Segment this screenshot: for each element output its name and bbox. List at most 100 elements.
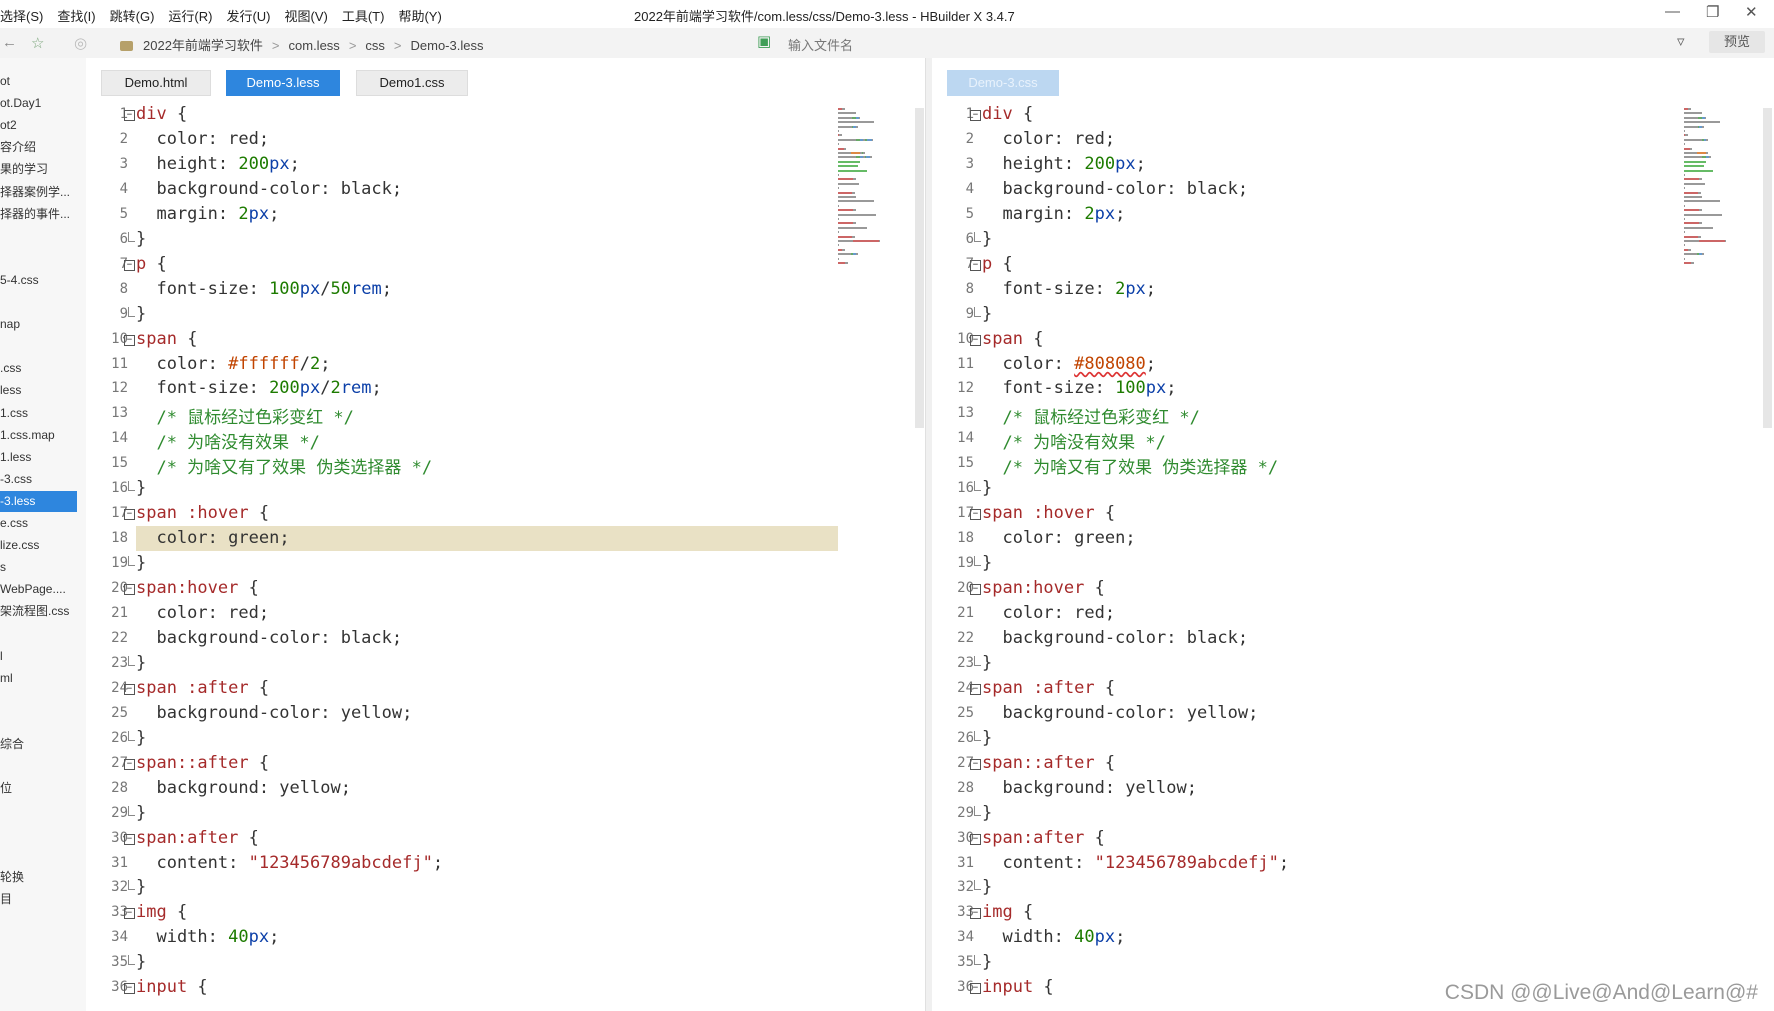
code-line[interactable]: span::after { xyxy=(136,753,269,773)
code-line[interactable]: content: "123456789abcdefj"; xyxy=(136,853,443,873)
code-line[interactable]: width: 40px; xyxy=(982,927,1125,947)
tree-item[interactable]: l xyxy=(0,646,77,667)
tree-item[interactable]: 容介绍 xyxy=(0,137,77,158)
breadcrumb-file[interactable]: Demo-3.less xyxy=(411,38,484,53)
tree-item[interactable] xyxy=(0,226,77,247)
code-line[interactable]: } xyxy=(982,229,992,249)
tree-item[interactable]: ot xyxy=(0,71,77,92)
fold-toggle-icon[interactable]: − xyxy=(124,584,135,596)
code-line[interactable]: p { xyxy=(136,254,167,274)
code-line[interactable]: span { xyxy=(136,329,197,349)
left-scrollbar[interactable] xyxy=(915,108,924,428)
minimize-icon[interactable]: — xyxy=(1665,3,1680,20)
code-line[interactable]: } xyxy=(982,653,992,673)
tree-item[interactable]: e.css xyxy=(0,513,77,534)
fold-toggle-icon[interactable]: − xyxy=(124,259,135,271)
code-line[interactable]: } xyxy=(982,478,992,498)
fold-toggle-icon[interactable]: − xyxy=(970,584,981,596)
code-line[interactable]: span :hover { xyxy=(982,503,1115,523)
code-line[interactable]: input { xyxy=(982,977,1054,997)
code-line[interactable]: height: 200px; xyxy=(136,154,299,174)
code-line[interactable]: color: red; xyxy=(982,129,1115,149)
filter-icon[interactable]: ▿ xyxy=(1677,32,1685,50)
menu-item[interactable]: 发行(U) xyxy=(226,6,270,25)
tree-item[interactable]: WebPage.... xyxy=(0,579,77,600)
menu-item[interactable]: 工具(T) xyxy=(342,6,385,25)
code-line[interactable]: } xyxy=(136,877,146,897)
star-icon[interactable]: ☆ xyxy=(31,34,44,52)
tree-item[interactable]: -3.less xyxy=(0,490,77,512)
code-line[interactable]: color: red; xyxy=(982,603,1115,623)
fold-toggle-icon[interactable]: − xyxy=(970,983,981,995)
editor-tab[interactable]: Demo-3.less xyxy=(226,70,340,96)
code-line[interactable]: /* 为啥又有了效果 伪类选择器 */ xyxy=(982,453,1278,478)
circle-icon[interactable]: ◎ xyxy=(74,34,87,52)
code-line[interactable]: color: red; xyxy=(136,603,269,623)
code-line[interactable]: span { xyxy=(982,329,1043,349)
fold-toggle-icon[interactable]: − xyxy=(124,683,135,695)
code-line[interactable]: font-size: 200px/2rem; xyxy=(136,378,381,398)
tree-item[interactable]: 1.less xyxy=(0,447,77,468)
code-line[interactable]: /* 为啥没有效果 */ xyxy=(982,428,1165,453)
code-line[interactable]: } xyxy=(136,653,146,673)
code-line[interactable]: margin: 2px; xyxy=(982,204,1125,224)
tree-item[interactable]: s xyxy=(0,557,77,578)
tree-item[interactable]: 综合 xyxy=(0,734,77,755)
code-line[interactable]: div { xyxy=(982,104,1033,124)
code-line[interactable]: input { xyxy=(136,977,208,997)
code-line[interactable]: color: red; xyxy=(136,129,269,149)
code-line[interactable]: span:after { xyxy=(982,828,1105,848)
code-line[interactable]: } xyxy=(136,803,146,823)
fold-toggle-icon[interactable]: − xyxy=(124,908,135,920)
code-line[interactable]: width: 40px; xyxy=(136,927,279,947)
code-line[interactable]: /* 为啥没有效果 */ xyxy=(136,428,319,453)
fold-toggle-icon[interactable]: − xyxy=(124,110,135,121)
code-line[interactable]: } xyxy=(982,877,992,897)
tree-item[interactable]: ot.Day1 xyxy=(0,93,77,114)
tree-item[interactable] xyxy=(0,336,77,357)
code-line[interactable]: font-size: 2px; xyxy=(982,279,1156,299)
tree-item[interactable]: ot2 xyxy=(0,115,77,136)
code-line[interactable]: } xyxy=(136,952,146,972)
tree-item[interactable] xyxy=(0,292,77,313)
breadcrumb-project[interactable]: 2022年前端学习软件 xyxy=(143,38,263,53)
tree-item[interactable]: 择器的事件... xyxy=(0,204,77,225)
code-line[interactable]: } xyxy=(982,553,992,573)
tree-item[interactable]: 位 xyxy=(0,778,77,799)
fold-toggle-icon[interactable]: − xyxy=(970,509,981,521)
code-line[interactable]: } xyxy=(982,803,992,823)
code-line[interactable]: color: #ffffff/2; xyxy=(136,354,330,374)
code-line[interactable]: span::after { xyxy=(982,753,1115,773)
tree-item[interactable]: -3.css xyxy=(0,469,77,490)
code-line[interactable]: /* 为啥又有了效果 伪类选择器 */ xyxy=(136,453,432,478)
code-line[interactable]: background-color: black; xyxy=(982,628,1248,648)
tree-item[interactable] xyxy=(0,712,77,733)
tree-item[interactable]: 5-4.css xyxy=(0,270,77,291)
menu-item[interactable]: 帮助(Y) xyxy=(398,6,441,25)
tree-item[interactable]: less xyxy=(0,380,77,401)
tree-item[interactable] xyxy=(0,690,77,711)
tree-item[interactable]: .css xyxy=(0,358,77,379)
code-line[interactable]: margin: 2px; xyxy=(136,204,279,224)
tree-item[interactable] xyxy=(0,624,77,645)
tree-item[interactable]: 果的学习 xyxy=(0,159,77,180)
code-line[interactable]: } xyxy=(982,304,992,324)
code-line[interactable]: img { xyxy=(982,902,1033,922)
code-line[interactable]: color: #808080; xyxy=(982,354,1156,374)
code-line[interactable]: } xyxy=(136,478,146,498)
fold-toggle-icon[interactable]: − xyxy=(970,758,981,770)
code-line[interactable]: /* 鼠标经过色彩变红 */ xyxy=(136,403,353,428)
code-line[interactable]: /* 鼠标经过色彩变红 */ xyxy=(982,403,1199,428)
close-icon[interactable]: ✕ xyxy=(1745,3,1758,21)
code-line[interactable]: background-color: black; xyxy=(982,179,1248,199)
tree-item[interactable]: 择器案例学... xyxy=(0,182,77,203)
fold-toggle-icon[interactable]: − xyxy=(124,983,135,995)
code-line[interactable]: img { xyxy=(136,902,187,922)
fold-toggle-icon[interactable]: − xyxy=(970,908,981,920)
right-scrollbar[interactable] xyxy=(1763,108,1772,428)
code-line[interactable]: height: 200px; xyxy=(982,154,1145,174)
code-line[interactable]: color: green; xyxy=(982,528,1135,548)
tree-item[interactable]: 1.css xyxy=(0,403,77,424)
left-editor[interactable]: Demo.html Demo-3.less Demo1.css 1− div {2 c… xyxy=(86,58,925,1011)
menu-item[interactable]: 跳转(G) xyxy=(110,6,155,25)
